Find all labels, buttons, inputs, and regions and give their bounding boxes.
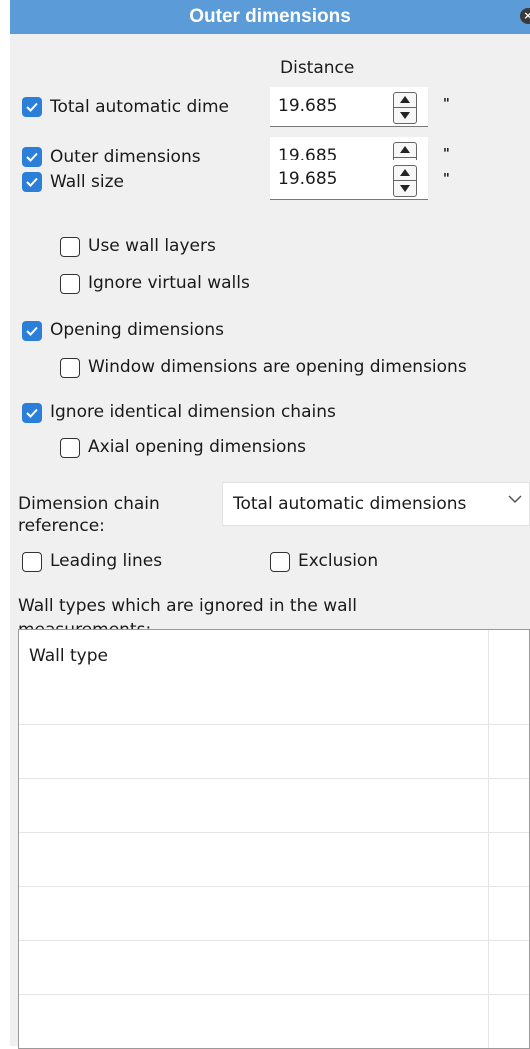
- spin-down-icon[interactable]: [400, 185, 410, 192]
- outer-dimensions-label: Outer dimensions: [50, 147, 201, 167]
- window-dimensions-checkbox[interactable]: [60, 358, 80, 378]
- dialog-body: Distance Total automatic dime 19.685 " O…: [10, 34, 530, 1049]
- wall-size-distance-input[interactable]: 19.685: [270, 160, 428, 200]
- window-dimensions-label: Window dimensions are opening dimensions: [88, 357, 467, 377]
- wall-size-checkbox[interactable]: [22, 172, 42, 192]
- dialog-title: Outer dimensions: [189, 6, 351, 27]
- checkmark-icon: [26, 177, 38, 187]
- checkmark-icon: [26, 326, 38, 336]
- leading-lines-checkbox[interactable]: [22, 552, 42, 572]
- checkmark-icon: [26, 152, 38, 162]
- close-icon[interactable]: ×: [520, 8, 530, 24]
- ignore-identical-chains-checkbox[interactable]: [22, 403, 42, 423]
- chain-reference-label-line2: reference:: [18, 516, 105, 536]
- wall-types-table[interactable]: Wall type: [18, 629, 530, 1049]
- total-automatic-dime-distance-value: 19.685: [278, 96, 338, 116]
- total-automatic-dime-spinner[interactable]: [393, 92, 417, 124]
- dialog-title-bar: Outer dimensions ×: [10, 0, 530, 34]
- chain-reference-select[interactable]: Total automatic dimensions: [222, 482, 530, 526]
- ignore-identical-chains-label: Ignore identical dimension chains: [50, 402, 336, 422]
- opening-dimensions-checkbox[interactable]: [22, 321, 42, 341]
- axial-opening-dimensions-checkbox[interactable]: [60, 438, 80, 458]
- spin-up-icon[interactable]: [400, 96, 410, 103]
- wall-size-unit: ": [443, 172, 450, 187]
- exclusion-label: Exclusion: [298, 551, 379, 571]
- spin-up-icon[interactable]: [400, 169, 410, 176]
- wall-types-caption-box: Wall types which are ignored in the wall…: [18, 594, 458, 629]
- use-wall-layers-label: Use wall layers: [88, 236, 216, 256]
- spin-up-icon[interactable]: [400, 146, 410, 153]
- ignore-virtual-walls-label: Ignore virtual walls: [88, 273, 250, 293]
- spin-down-icon[interactable]: [400, 112, 410, 119]
- opening-dimensions-label: Opening dimensions: [50, 320, 225, 340]
- chain-reference-label-line1: Dimension chain: [18, 494, 160, 514]
- outer-dimensions-checkbox[interactable]: [22, 147, 42, 167]
- ignore-virtual-walls-checkbox[interactable]: [60, 274, 80, 294]
- chevron-down-icon[interactable]: [507, 493, 523, 505]
- total-automatic-dime-checkbox[interactable]: [22, 97, 42, 117]
- use-wall-layers-checkbox[interactable]: [60, 237, 80, 257]
- total-automatic-dime-unit: ": [443, 97, 450, 112]
- leading-lines-label: Leading lines: [50, 551, 163, 571]
- wall-size-label: Wall size: [50, 172, 124, 192]
- chain-reference-value: Total automatic dimensions: [233, 494, 467, 514]
- checkmark-icon: [26, 102, 38, 112]
- checkmark-icon: [26, 408, 38, 418]
- wall-size-spinner[interactable]: [393, 165, 417, 197]
- wall-types-caption: Wall types which are ignored in the wall…: [18, 596, 357, 629]
- outer-dimensions-unit: ": [443, 147, 450, 162]
- total-automatic-dime-label: Total automatic dime: [50, 97, 230, 117]
- axial-opening-dimensions-label: Axial opening dimensions: [88, 437, 306, 457]
- wall-type-column-header: Wall type: [29, 646, 108, 666]
- total-automatic-dime-distance-input[interactable]: 19.685: [270, 87, 428, 127]
- exclusion-checkbox[interactable]: [270, 552, 290, 572]
- distance-header: Distance: [280, 58, 355, 78]
- wall-size-distance-value: 19.685: [278, 169, 338, 189]
